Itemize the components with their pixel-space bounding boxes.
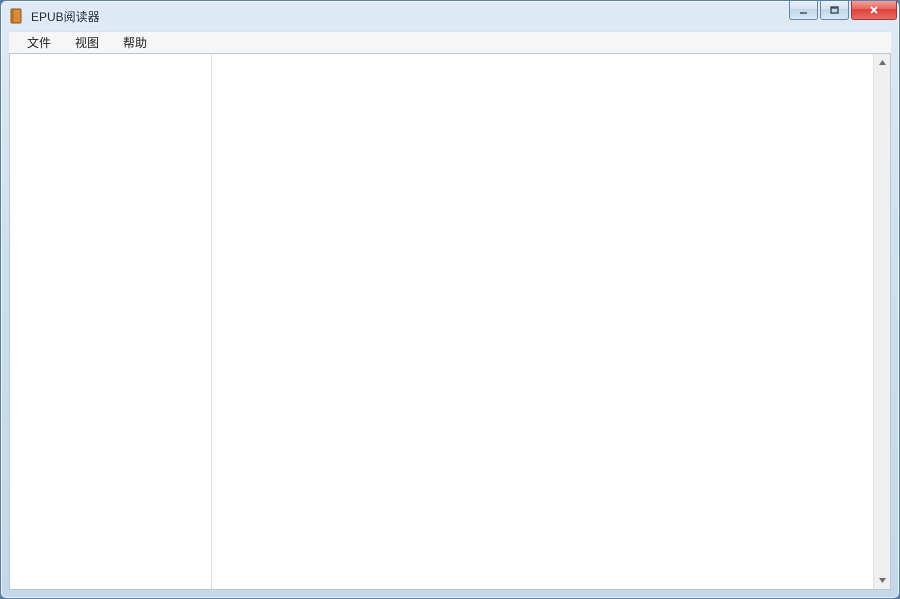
close-button[interactable] [851, 1, 897, 20]
menu-view[interactable]: 视图 [63, 32, 111, 53]
sidebar-toc[interactable] [10, 54, 212, 589]
scroll-up-button[interactable] [874, 54, 890, 71]
menu-help[interactable]: 帮助 [111, 32, 159, 53]
content-wrap [212, 54, 890, 589]
client-area [9, 53, 891, 590]
menu-file[interactable]: 文件 [15, 32, 63, 53]
reader-content[interactable] [212, 54, 873, 589]
window-controls [789, 1, 897, 20]
scroll-down-button[interactable] [874, 572, 890, 589]
window-title: EPUB阅读器 [31, 8, 100, 25]
menu-file-label: 文件 [27, 34, 51, 51]
minimize-button[interactable] [789, 1, 818, 20]
app-icon [9, 8, 25, 24]
menu-help-label: 帮助 [123, 34, 147, 51]
menu-view-label: 视图 [75, 34, 99, 51]
menu-bar: 文件 视图 帮助 [9, 31, 891, 53]
app-window: EPUB阅读器 文件 [0, 0, 900, 599]
maximize-button[interactable] [820, 1, 849, 20]
title-bar[interactable]: EPUB阅读器 [1, 1, 899, 31]
vertical-scrollbar[interactable] [873, 54, 890, 589]
scroll-track[interactable] [874, 71, 890, 572]
